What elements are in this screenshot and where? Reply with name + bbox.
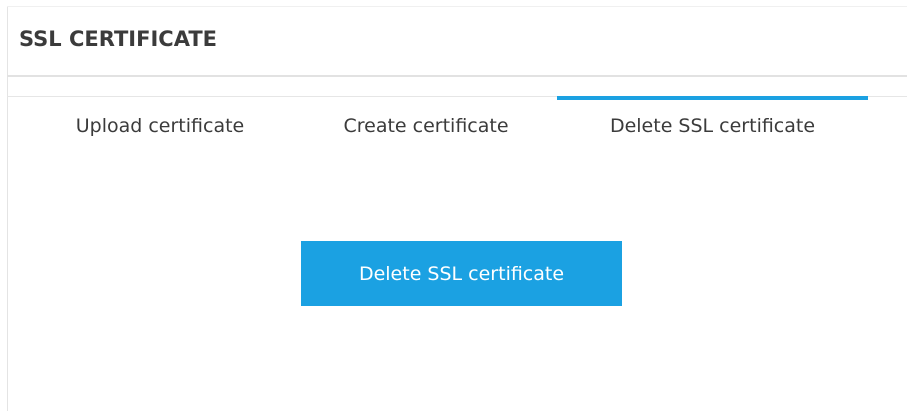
- title-divider: [7, 75, 907, 77]
- delete-ssl-certificate-button[interactable]: Delete SSL certificate: [301, 241, 622, 306]
- panel-top-border: [7, 6, 907, 7]
- tab-delete-ssl-certificate[interactable]: Delete SSL certificate: [557, 98, 868, 154]
- ssl-certificate-panel: SSL CERTIFICATE Upload certificate Creat…: [0, 0, 907, 411]
- panel-left-border: [7, 7, 8, 411]
- tab-upload-certificate[interactable]: Upload certificate: [40, 98, 280, 154]
- panel-title: SSL CERTIFICATE: [19, 27, 217, 51]
- tab-create-certificate[interactable]: Create certificate: [306, 98, 546, 154]
